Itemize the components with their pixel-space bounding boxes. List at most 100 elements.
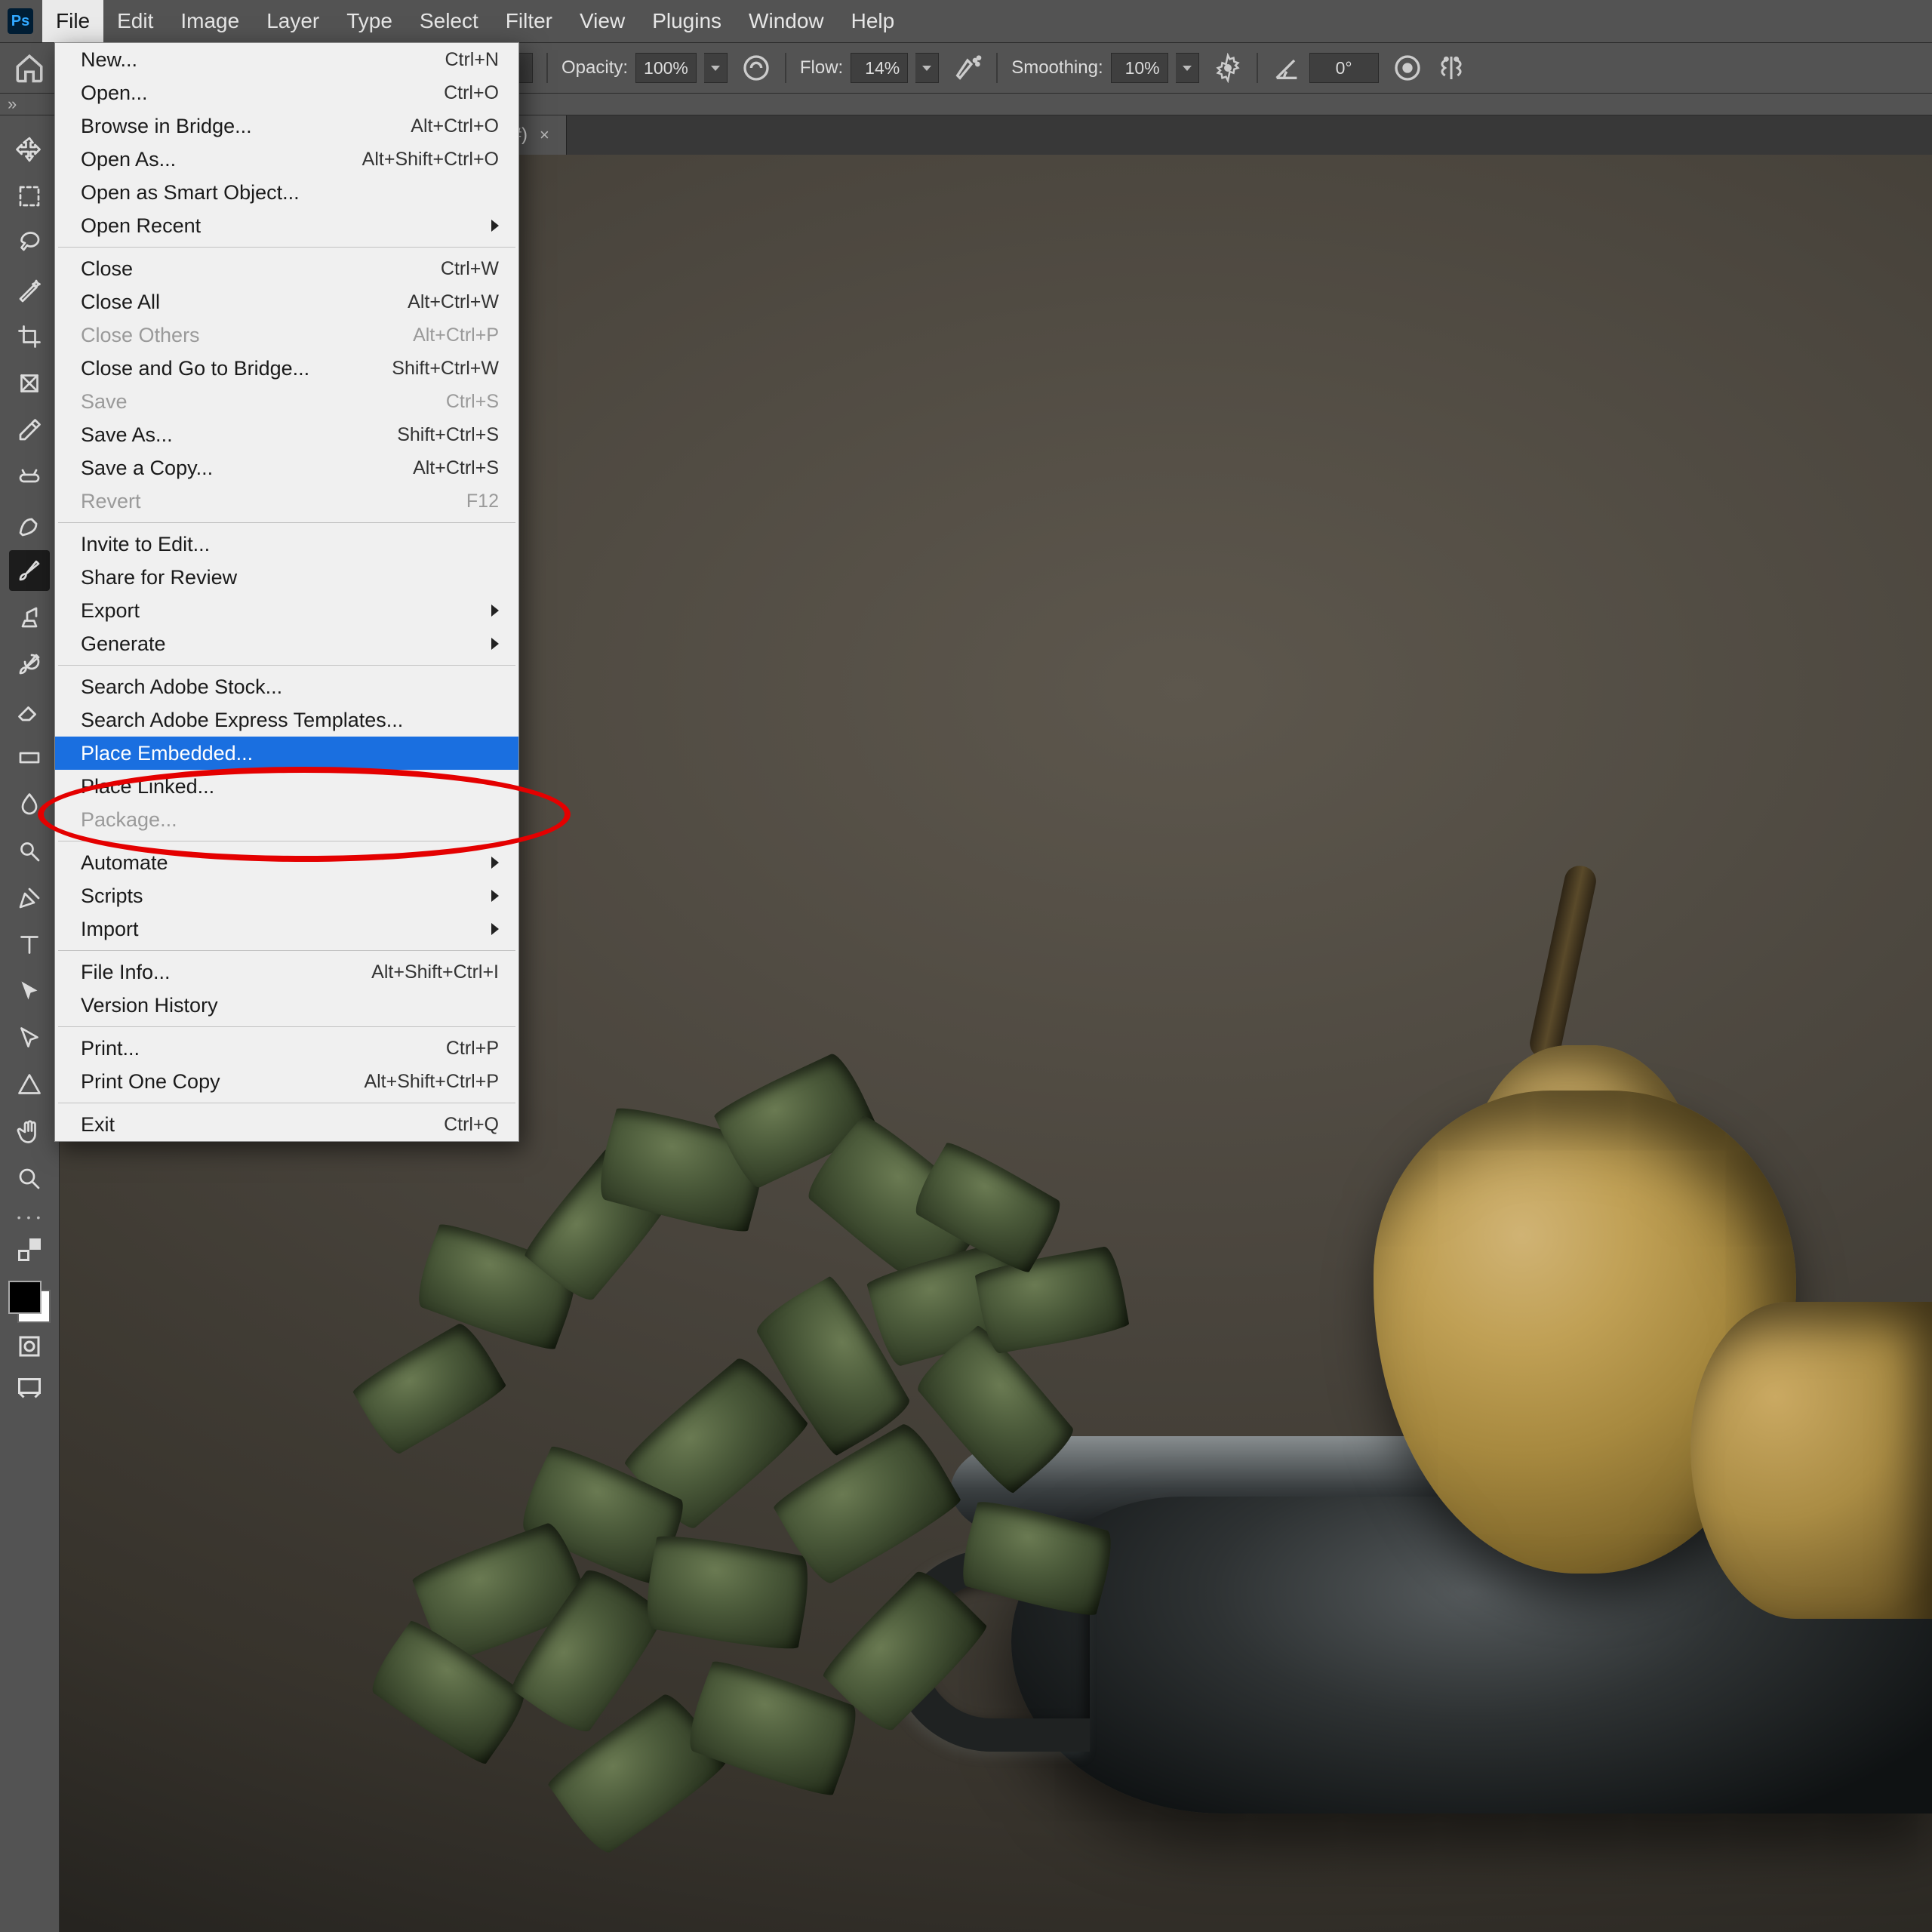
- file-menu-item-place-linked[interactable]: Place Linked...: [55, 770, 518, 803]
- file-menu-item-open[interactable]: Open...Ctrl+O: [55, 76, 518, 109]
- file-menu-item-save-a-copy[interactable]: Save a Copy...Alt+Ctrl+S: [55, 451, 518, 485]
- menu-item-label: Invite to Edit...: [81, 533, 210, 556]
- eyedropper-tool[interactable]: [9, 410, 50, 451]
- menu-item-label: Print...: [81, 1037, 140, 1060]
- close-icon[interactable]: ×: [540, 125, 549, 145]
- file-menu-item-file-info[interactable]: File Info...Alt+Shift+Ctrl+I: [55, 955, 518, 989]
- airbrush-icon[interactable]: [952, 53, 983, 83]
- frame-tool[interactable]: [9, 363, 50, 404]
- file-menu-item-invite-to-edit[interactable]: Invite to Edit...: [55, 528, 518, 561]
- dodge-tool[interactable]: [9, 831, 50, 872]
- pen-tool[interactable]: [9, 878, 50, 918]
- menu-item-shortcut: Alt+Shift+Ctrl+P: [341, 1071, 499, 1093]
- clone-stamp-tool[interactable]: [9, 597, 50, 638]
- file-menu-item-export[interactable]: Export: [55, 594, 518, 627]
- spot-heal-tool[interactable]: [9, 457, 50, 497]
- file-menu-item-close-and-go-to-bridge[interactable]: Close and Go to Bridge...Shift+Ctrl+W: [55, 352, 518, 385]
- opacity-dropdown[interactable]: [704, 53, 728, 83]
- eraser-tool[interactable]: [9, 691, 50, 731]
- menubar-item-layer[interactable]: Layer: [253, 0, 333, 42]
- file-menu-item-version-history[interactable]: Version History: [55, 989, 518, 1022]
- zoom-tool[interactable]: [9, 1158, 50, 1199]
- menubar-item-help[interactable]: Help: [838, 0, 909, 42]
- menu-item-shortcut: Alt+Ctrl+W: [385, 291, 499, 313]
- file-menu-item-automate[interactable]: Automate: [55, 846, 518, 879]
- menubar-item-select[interactable]: Select: [406, 0, 492, 42]
- file-menu-item-close[interactable]: CloseCtrl+W: [55, 252, 518, 285]
- smoothing-dropdown[interactable]: [1176, 53, 1199, 83]
- file-menu-item-import[interactable]: Import: [55, 912, 518, 946]
- history-brush-tool[interactable]: [9, 644, 50, 685]
- file-menu-item-print[interactable]: Print...Ctrl+P: [55, 1032, 518, 1065]
- patch-tool[interactable]: [9, 503, 50, 544]
- direct-select-tool[interactable]: [9, 1018, 50, 1059]
- file-menu-item-open-as[interactable]: Open As...Alt+Shift+Ctrl+O: [55, 143, 518, 176]
- type-tool[interactable]: [9, 924, 50, 965]
- screen-mode-icon[interactable]: [12, 1370, 47, 1404]
- gradient-tool[interactable]: [9, 737, 50, 778]
- separator: [1257, 53, 1258, 83]
- file-menu-item-close-all[interactable]: Close AllAlt+Ctrl+W: [55, 285, 518, 318]
- flow-dropdown[interactable]: [915, 53, 939, 83]
- swap-colors-icon[interactable]: [12, 1232, 47, 1267]
- smoothing-options-icon[interactable]: [1213, 53, 1243, 83]
- menubar-item-type[interactable]: Type: [333, 0, 406, 42]
- menu-separator: [58, 665, 515, 666]
- opacity-field[interactable]: 100%: [635, 53, 697, 83]
- file-menu-item-open-as-smart-object[interactable]: Open as Smart Object...: [55, 176, 518, 209]
- move-tool[interactable]: [9, 129, 50, 170]
- pressure-size-icon[interactable]: [1392, 53, 1423, 83]
- menu-separator: [58, 1026, 515, 1027]
- file-menu-item-scripts[interactable]: Scripts: [55, 879, 518, 912]
- flow-field[interactable]: 14%: [851, 53, 908, 83]
- menubar-item-file[interactable]: File: [42, 0, 103, 42]
- file-menu-item-generate[interactable]: Generate: [55, 627, 518, 660]
- hand-tool[interactable]: [9, 1112, 50, 1152]
- crop-tool[interactable]: [9, 316, 50, 357]
- pressure-opacity-icon[interactable]: [741, 53, 771, 83]
- menu-item-label: Search Adobe Stock...: [81, 675, 282, 699]
- home-icon[interactable]: [14, 52, 45, 84]
- file-menu-item-place-embedded[interactable]: Place Embedded...: [55, 737, 518, 770]
- menu-item-label: Export: [81, 599, 140, 623]
- file-menu-item-share-for-review[interactable]: Share for Review: [55, 561, 518, 594]
- symmetry-icon[interactable]: [1436, 53, 1466, 83]
- menu-item-label: Import: [81, 918, 139, 941]
- marquee-tool[interactable]: [9, 176, 50, 217]
- menu-item-label: Search Adobe Express Templates...: [81, 709, 403, 732]
- smoothing-field[interactable]: 10%: [1111, 53, 1168, 83]
- blur-tool[interactable]: [9, 784, 50, 825]
- file-menu-item-browse-in-bridge[interactable]: Browse in Bridge...Alt+Ctrl+O: [55, 109, 518, 143]
- magic-wand-tool[interactable]: [9, 269, 50, 310]
- menubar-item-filter[interactable]: Filter: [492, 0, 566, 42]
- menu-item-label: New...: [81, 48, 137, 72]
- file-menu-item-open-recent[interactable]: Open Recent: [55, 209, 518, 242]
- menu-item-shortcut: F12: [444, 491, 499, 512]
- file-menu-item-print-one-copy[interactable]: Print One Copy Alt+Shift+Ctrl+P: [55, 1065, 518, 1098]
- file-menu-item-exit[interactable]: ExitCtrl+Q: [55, 1108, 518, 1141]
- menubar-item-view[interactable]: View: [566, 0, 638, 42]
- menubar-item-plugins[interactable]: Plugins: [638, 0, 735, 42]
- quick-mask-icon[interactable]: [12, 1329, 47, 1364]
- shape-tool[interactable]: [9, 1065, 50, 1106]
- file-menu-item-search-adobe-express-templates[interactable]: Search Adobe Express Templates...: [55, 703, 518, 737]
- menu-item-label: Print One Copy: [81, 1070, 220, 1094]
- menu-item-label: Version History: [81, 994, 218, 1017]
- angle-field[interactable]: 0°: [1309, 53, 1379, 83]
- menubar-item-window[interactable]: Window: [735, 0, 838, 42]
- menubar-item-edit[interactable]: Edit: [103, 0, 167, 42]
- path-select-tool[interactable]: [9, 971, 50, 1012]
- menubar-item-image[interactable]: Image: [167, 0, 253, 42]
- menu-item-label: Browse in Bridge...: [81, 115, 252, 138]
- color-swatches[interactable]: [8, 1281, 51, 1323]
- toolbar-more-icon[interactable]: • • •: [17, 1211, 42, 1223]
- menu-item-label: Package...: [81, 808, 177, 832]
- file-menu-item-new[interactable]: New...Ctrl+N: [55, 43, 518, 76]
- brush-tool[interactable]: [9, 550, 50, 591]
- file-menu-item-search-adobe-stock[interactable]: Search Adobe Stock...: [55, 670, 518, 703]
- separator: [546, 53, 548, 83]
- file-menu-item-save-as[interactable]: Save As...Shift+Ctrl+S: [55, 418, 518, 451]
- lasso-tool[interactable]: [9, 223, 50, 263]
- menu-item-label: Place Embedded...: [81, 742, 253, 765]
- menu-item-shortcut: Ctrl+O: [421, 82, 499, 104]
